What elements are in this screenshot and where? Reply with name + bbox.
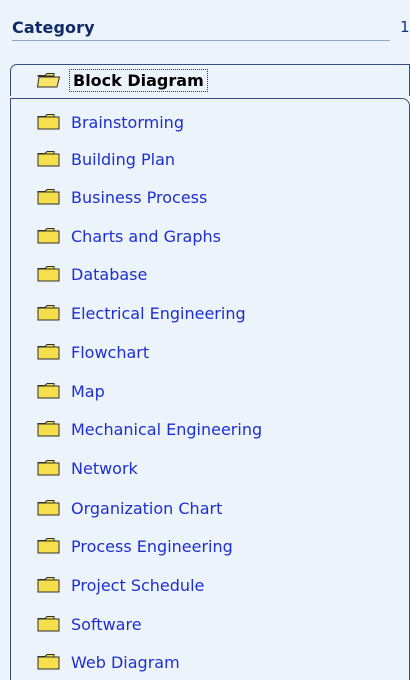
tree-item-mechanical-engineering[interactable]: Mechanical Engineering xyxy=(36,415,262,443)
folder-icon xyxy=(36,499,62,517)
tree-item-database[interactable]: Database xyxy=(36,260,147,288)
folder-icon xyxy=(36,188,62,206)
tree-item-label: Organization Chart xyxy=(71,498,223,518)
tree-item-software[interactable]: Software xyxy=(36,610,142,638)
folder-icon xyxy=(36,382,62,400)
tree-item-label: Electrical Engineering xyxy=(71,303,246,323)
tree-item-label: Project Schedule xyxy=(71,575,205,595)
category-panel: Category 1 Block Diagram Brainstorming B… xyxy=(0,0,410,680)
folder-icon xyxy=(36,150,62,168)
tree-item-label: Flowchart xyxy=(71,342,150,362)
folder-icon xyxy=(36,653,62,671)
tree-item-label: Software xyxy=(71,614,142,634)
tree-item-electrical-engineering[interactable]: Electrical Engineering xyxy=(36,299,246,327)
tree-item-charts-and-graphs[interactable]: Charts and Graphs xyxy=(36,222,221,250)
folder-icon xyxy=(36,420,62,438)
folder-icon xyxy=(36,304,62,322)
category-title: Category xyxy=(12,18,95,37)
tree-item-building-plan[interactable]: Building Plan xyxy=(36,145,175,173)
folder-icon xyxy=(36,459,62,477)
tree-item-block-diagram[interactable]: Block Diagram xyxy=(36,64,208,96)
tree-item-label: Database xyxy=(71,264,148,284)
tree-item-business-process[interactable]: Business Process xyxy=(36,183,207,211)
folder-icon xyxy=(36,576,62,594)
tree-item-label: Brainstorming xyxy=(71,112,184,132)
tree-item-project-schedule[interactable]: Project Schedule xyxy=(36,571,204,599)
header-divider xyxy=(12,40,390,41)
tree-item-brainstorming[interactable]: Brainstorming xyxy=(36,108,184,136)
edge-glyph: 1 xyxy=(400,18,410,36)
tree-item-label: Block Diagram xyxy=(69,68,208,92)
folder-icon xyxy=(36,113,62,131)
tree-item-process-engineering[interactable]: Process Engineering xyxy=(36,532,233,560)
folder-icon xyxy=(36,615,62,633)
tree-item-flowchart[interactable]: Flowchart xyxy=(36,338,149,366)
tree-item-map[interactable]: Map xyxy=(36,377,105,405)
tree-item-label: Mechanical Engineering xyxy=(71,419,263,439)
tree-item-label: Process Engineering xyxy=(71,536,233,556)
open-folder-icon xyxy=(36,71,62,89)
folder-icon xyxy=(36,265,62,283)
tree-item-label: Business Process xyxy=(71,187,208,207)
folder-icon xyxy=(36,227,62,245)
folder-icon xyxy=(36,343,62,361)
category-header: Category xyxy=(12,18,390,41)
tree-item-label: Charts and Graphs xyxy=(71,226,221,246)
tree-item-label: Building Plan xyxy=(71,149,176,169)
tree-item-label: Web Diagram xyxy=(71,652,180,672)
tree-item-web-diagram[interactable]: Web Diagram xyxy=(36,648,180,676)
tree-item-label: Network xyxy=(71,458,138,478)
tree-item-organization-chart[interactable]: Organization Chart xyxy=(36,494,222,522)
tree-item-label: Map xyxy=(71,381,105,401)
tree-item-network[interactable]: Network xyxy=(36,454,138,482)
folder-icon xyxy=(36,537,62,555)
